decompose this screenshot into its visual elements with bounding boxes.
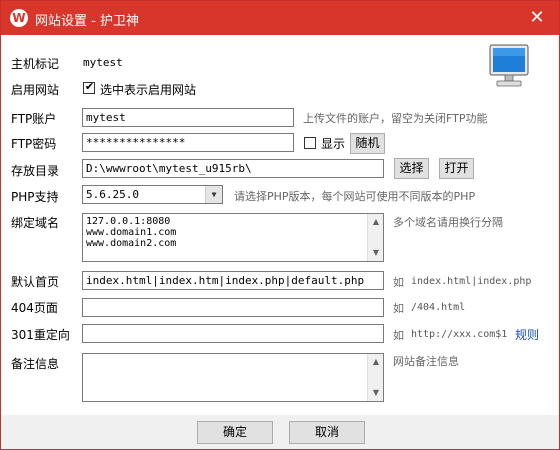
page404-hint-example: /404.html [411, 302, 466, 313]
random-password-button[interactable]: 随机 [350, 133, 385, 154]
default-page-hint-prefix: 如 [393, 276, 404, 289]
notes-hint: 网站备注信息 [393, 355, 459, 368]
chevron-down-icon[interactable]: ▼ [205, 186, 222, 203]
domains-hint: 多个域名请用换行分隔 [393, 216, 503, 229]
ok-button[interactable]: 确定 [197, 421, 273, 444]
notes-scrollbar[interactable]: ▲ ▼ [367, 354, 383, 401]
ftp-password-input[interactable]: *************** [82, 133, 294, 152]
dialog-window: W 网站设置 - 护卫神 ✕ 主机标记 mytest 启用网站 ✔ 选中表示启用… [0, 0, 560, 450]
ftp-account-input[interactable]: mytest [82, 108, 294, 127]
redirect301-hint-example: http://xxx.com$1 [411, 329, 508, 340]
page404-label: 404页面 [11, 301, 58, 315]
php-version-select[interactable]: 5.6.25.0 ▼ [82, 185, 223, 204]
footer-bar: 确定 取消 [1, 415, 559, 449]
directory-input[interactable]: D:\wwwroot\mytest_u915rb\ [82, 159, 384, 178]
redirect301-label: 301重定向 [11, 328, 70, 342]
page404-input[interactable] [82, 298, 384, 317]
domains-text: 127.0.0.1:8080 www.domain1.com www.domai… [86, 216, 177, 249]
ftp-account-hint: 上传文件的账户，留空为关闭FTP功能 [303, 112, 488, 125]
scroll-up-icon[interactable]: ▲ [369, 215, 383, 229]
default-page-label: 默认首页 [11, 275, 60, 289]
default-page-hint-example: index.html|index.php [411, 276, 532, 287]
show-password-checkbox[interactable] [304, 137, 316, 149]
ftp-account-label: FTP账户 [11, 112, 57, 126]
notes-label: 备注信息 [11, 357, 60, 371]
rules-link[interactable]: 规则 [515, 326, 539, 343]
php-hint: 请选择PHP版本，每个网站可使用不同版本的PHP [234, 190, 476, 203]
host-label: 主机标记 [11, 57, 60, 71]
select-directory-button[interactable]: 选择 [394, 158, 429, 179]
page404-hint-prefix: 如 [393, 302, 404, 315]
show-password-label: 显示 [321, 137, 346, 151]
title-bar[interactable]: W 网站设置 - 护卫神 ✕ [1, 1, 559, 35]
domains-label: 绑定域名 [11, 216, 60, 230]
notes-textarea[interactable]: ▲ ▼ [82, 353, 384, 402]
open-directory-button[interactable]: 打开 [439, 158, 474, 179]
enable-checkbox[interactable]: ✔ [83, 80, 95, 94]
close-icon[interactable]: ✕ [515, 1, 559, 35]
redirect301-input[interactable] [82, 324, 384, 343]
scroll-up-icon[interactable]: ▲ [369, 355, 383, 369]
checkmark-icon: ✔ [84, 80, 95, 93]
monitor-icon [489, 44, 529, 87]
php-label: PHP支持 [11, 190, 59, 204]
window-title: 网站设置 - 护卫神 [35, 14, 139, 29]
enable-label: 启用网站 [11, 83, 60, 97]
ftp-password-label: FTP密码 [11, 137, 57, 151]
cancel-button[interactable]: 取消 [289, 421, 365, 444]
domains-textarea[interactable]: 127.0.0.1:8080 www.domain1.com www.domai… [82, 213, 384, 262]
scroll-down-icon[interactable]: ▼ [369, 246, 383, 260]
scroll-down-icon[interactable]: ▼ [369, 386, 383, 400]
default-page-input[interactable]: index.html|index.htm|index.php|default.p… [82, 271, 384, 290]
php-version-value: 5.6.25.0 [86, 188, 139, 201]
redirect301-hint-prefix: 如 [393, 329, 404, 342]
host-value: mytest [83, 56, 123, 69]
directory-label: 存放目录 [11, 164, 60, 178]
app-logo-icon: W [10, 9, 28, 27]
domains-scrollbar[interactable]: ▲ ▼ [367, 214, 383, 261]
enable-checkbox-label: 选中表示启用网站 [100, 83, 197, 97]
